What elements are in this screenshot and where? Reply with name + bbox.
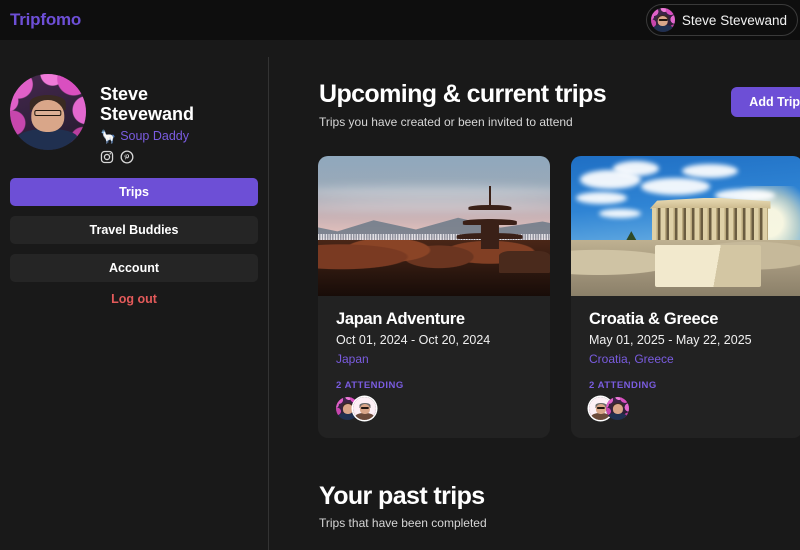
sauropod-icon: 🦙 bbox=[100, 128, 117, 144]
trip-attending-count: 2 ATTENDING bbox=[589, 379, 657, 391]
user-menu-button[interactable]: Steve Stevewand bbox=[645, 4, 798, 36]
profile-avatar[interactable] bbox=[10, 74, 86, 150]
pinterest-icon[interactable] bbox=[120, 150, 134, 164]
profile-name-first: Steve bbox=[100, 84, 149, 104]
attendee-avatar[interactable] bbox=[353, 396, 376, 420]
brand-logo[interactable]: Tripfomo bbox=[0, 10, 81, 30]
trip-card[interactable]: Croatia & Greece May 01, 2025 - May 22, … bbox=[571, 155, 800, 438]
greece-parthenon-photo bbox=[571, 155, 800, 296]
social-links bbox=[100, 150, 194, 164]
trip-card[interactable]: Japan Adventure Oct 01, 2024 - Oct 20, 2… bbox=[318, 155, 550, 438]
sidebar: Steve Stevewand 🦙 Soup Daddy Trips Trave… bbox=[0, 57, 268, 306]
sidebar-item-account[interactable]: Account bbox=[10, 254, 258, 283]
page-title: Upcoming & current trips bbox=[319, 80, 607, 108]
instagram-icon[interactable] bbox=[100, 150, 114, 164]
profile-name: Steve Stevewand bbox=[100, 84, 194, 124]
profile-handle-label: Soup Daddy bbox=[120, 129, 189, 144]
sidebar-nav: Trips Travel Buddies Account Log out bbox=[0, 164, 268, 306]
add-trip-button[interactable]: Add Trip bbox=[731, 87, 800, 117]
past-trips-header: Your past trips Trips that have been com… bbox=[269, 438, 800, 530]
main-content: Upcoming & current trips Trips you have … bbox=[269, 57, 800, 550]
pagoda-shape bbox=[455, 186, 525, 259]
trip-dates: Oct 01, 2024 - Oct 20, 2024 bbox=[336, 332, 491, 347]
trip-title: Croatia & Greece bbox=[589, 309, 719, 328]
trip-dates: May 01, 2025 - May 22, 2025 bbox=[589, 332, 752, 347]
japan-pagoda-sunset-photo bbox=[318, 155, 550, 296]
profile-handle[interactable]: 🦙 Soup Daddy bbox=[100, 129, 194, 143]
upcoming-trips-header: Upcoming & current trips Trips you have … bbox=[269, 57, 800, 129]
trip-places[interactable]: Croatia, Greece bbox=[589, 352, 785, 366]
page-subtitle: Trips you have created or been invited t… bbox=[319, 114, 573, 129]
profile-card: Steve Stevewand 🦙 Soup Daddy bbox=[0, 57, 268, 164]
past-trips-subtitle: Trips that have been completed bbox=[319, 516, 487, 530]
top-header-bar: Tripfomo Steve Stevewand bbox=[0, 0, 800, 40]
trip-card-list: Japan Adventure Oct 01, 2024 - Oct 20, 2… bbox=[269, 129, 800, 438]
trip-attendee-avatars bbox=[336, 396, 532, 420]
sidebar-item-travel-buddies[interactable]: Travel Buddies bbox=[10, 216, 258, 245]
profile-name-last: Stevewand bbox=[100, 104, 195, 125]
user-name-label: Steve Stevewand bbox=[681, 12, 787, 28]
trip-attendee-avatars bbox=[589, 396, 785, 420]
trip-attending-count: 2 ATTENDING bbox=[336, 379, 404, 391]
app-root: Tripfomo Steve Stevewand Steve Stevewand bbox=[0, 0, 800, 550]
attendee-avatar[interactable] bbox=[606, 396, 629, 420]
trip-title: Japan Adventure bbox=[336, 309, 465, 328]
logout-button[interactable]: Log out bbox=[10, 292, 258, 306]
trip-places[interactable]: Japan bbox=[336, 352, 532, 366]
past-trips-title: Your past trips bbox=[319, 481, 485, 510]
sidebar-item-trips[interactable]: Trips bbox=[10, 178, 258, 207]
user-avatar bbox=[650, 8, 675, 32]
